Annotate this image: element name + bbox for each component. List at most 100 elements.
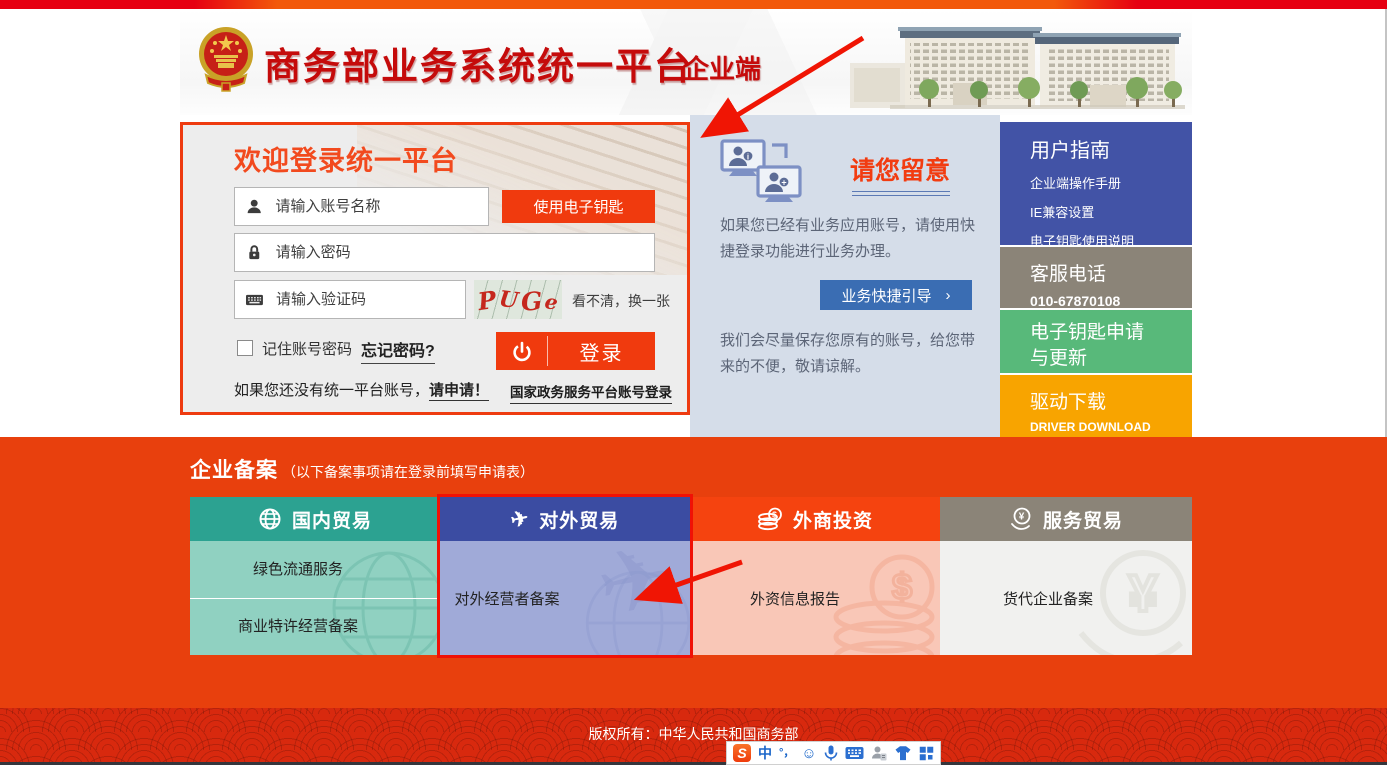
ime-keyboard-icon[interactable] [845,746,864,760]
captcha-letter: G [520,288,543,314]
notice-underline [852,191,950,196]
national-emblem-icon [198,23,254,93]
lock-icon [246,243,263,262]
card-domestic-trade-header: 国内贸易 [190,497,440,541]
card-foreign-trade-body: ✈ 对外经营者备案 [440,541,690,655]
ime-microphone-icon[interactable] [824,745,838,761]
sidebar-ekey-apply[interactable]: 电子钥匙申请 与更新 [1000,310,1192,373]
card-foreign-trade-header: ✈ 对外贸易 [440,497,690,541]
ime-language-toggle[interactable]: 中 [758,746,772,760]
filing-section: 企业备案 （以下备案事项请在登录前填写申请表） 国内贸易 [0,437,1387,708]
item-freight-forwarder-filing[interactable]: 货代企业备案 [940,541,1192,655]
svg-text:¥: ¥ [1019,511,1026,522]
captcha-letter: e [544,291,560,313]
item-foreign-trade-operator-filing[interactable]: 对外经营者备案 [440,541,690,655]
building-photo [850,13,1192,115]
ime-emoji-icon[interactable]: ☺ [801,746,816,761]
hotline-title: 客服电话 [1030,259,1192,286]
footer: 版权所有：中华人民共和国商务部 [0,708,1387,762]
sidebar-user-guide: 用户指南 企业端操作手册 IE兼容设置 电子钥匙使用说明 [1000,122,1192,245]
remember-checkbox[interactable] [237,340,253,356]
svg-text:$: $ [772,510,778,520]
site-subtitle: 企业端 [683,49,761,86]
airplane-icon: ✈ [509,507,532,531]
card-foreign-investment: $ 外商投资 $ 外资信息报告 [690,497,940,655]
sidebar-hotline: 客服电话 010-67870108 [1000,247,1192,308]
card-service-trade-header: ¥ 服务贸易 [940,497,1192,541]
top-decor-bar [0,0,1387,9]
filing-title: 企业备案 [190,454,278,484]
remember-label: 记住账号密码 [262,338,352,359]
card-service-trade-body: ¥ 货代企业备案 [940,541,1192,655]
copyright-text: 版权所有：中华人民共和国商务部 [0,724,1387,744]
item-foreign-investment-report[interactable]: 外资信息报告 [690,541,940,655]
hand-yuan-icon: ¥ [1009,507,1033,532]
apply-link[interactable]: 请申请！ [429,382,489,401]
site-title: 商务部业务系统统一平台 [264,36,693,90]
card-foreign-trade-label: 对外贸易 [539,506,619,533]
sidebar-driver-download[interactable]: 驱动下载 DRIVER DOWNLOAD [1000,375,1192,437]
ime-menu-grid-icon[interactable] [919,746,934,761]
ime-user-dict-icon[interactable] [871,745,887,761]
notice-panel: i + 请您留意 如果您已经有业务应用账号，请使用快捷登录功能进行业务办理。 业… [690,115,1000,437]
ekey-apply-line2: 与更新 [1030,346,1192,372]
no-account-text: 如果您还没有统一平台账号，请申请！ [234,379,489,400]
account-field-wrap [234,187,489,226]
ime-toolbar: S 中 °， ☺ [726,741,941,765]
gov-platform-login-link[interactable]: 国家政务服务平台账号登录 [510,381,672,404]
item-franchise-filing[interactable]: 商业特许经营备案 [190,598,440,655]
chevron-right-icon: › [946,287,951,304]
account-transfer-icon: i + [720,139,806,209]
account-input[interactable] [273,197,477,216]
page: 商务部业务系统统一平台 企业端 [0,0,1387,765]
quick-guide-button[interactable]: 业务快捷引导 › [820,280,972,310]
login-button[interactable]: 登录 [496,332,655,370]
globe-icon [258,507,282,531]
forgot-password-link[interactable]: 忘记密码? [361,337,435,364]
card-service-trade: ¥ 服务贸易 ¥ 货代企业备案 [940,497,1192,655]
no-account-label: 如果您还没有统一平台账号， [234,382,429,399]
ekey-apply-line1: 电子钥匙申请 [1030,320,1192,346]
password-field-wrap [234,233,655,272]
filing-note: （以下备案事项请在登录前填写申请表） [282,462,534,482]
login-title: 欢迎登录统一平台 [234,139,458,178]
card-foreign-investment-header: $ 外商投资 [690,497,940,541]
login-panel: 欢迎登录统一平台 使用电子钥匙 [180,122,690,415]
card-service-trade-label: 服务贸易 [1043,506,1123,533]
card-domestic-trade-label: 国内贸易 [292,506,372,533]
captcha-refresh-link[interactable]: 看不清，换一张 [572,291,670,311]
card-domestic-trade-body: 绿色流通服务 商业特许经营备案 [190,541,440,655]
card-domestic-trade: 国内贸易 绿色流通服务 商业特许经营备案 [190,497,440,655]
password-input[interactable] [274,243,643,262]
card-foreign-trade: ✈ 对外贸易 ✈ 对外经营者备案 [440,497,690,655]
notice-title: 请您留意 [850,151,950,187]
sidebar-link-ie[interactable]: IE兼容设置 [1030,202,1192,221]
card-foreign-investment-label: 外商投资 [793,506,873,533]
ime-skin-shirt-icon[interactable] [894,745,912,761]
user-icon [246,197,262,216]
sidebar-link-manual[interactable]: 企业端操作手册 [1030,173,1192,192]
captcha-letter: P [476,288,497,314]
user-guide-title: 用户指南 [1030,134,1192,163]
filing-cards: 国内贸易 绿色流通服务 商业特许经营备案 [190,497,1192,655]
ime-punctuation-toggle[interactable]: °， [779,748,794,759]
ekey-button[interactable]: 使用电子钥匙 [502,190,655,223]
driver-title: 驱动下载 [1030,387,1192,414]
svg-text:i: i [747,153,749,162]
login-button-label: 登录 [548,332,655,370]
notice-paragraph-2: 我们会尽量保存您原有的账号，给您带来的不便，敬请谅解。 [720,328,978,381]
captcha-input[interactable] [274,290,454,309]
item-green-circulation[interactable]: 绿色流通服务 [190,541,440,598]
quick-guide-label: 业务快捷引导 [841,285,931,306]
captcha-image[interactable]: P U G e [474,280,562,319]
sogou-logo-icon[interactable]: S [733,744,751,762]
captcha-letter: U [498,288,520,312]
captcha-field-wrap [234,280,466,319]
power-icon [496,332,547,370]
filing-header: 企业备案 （以下备案事项请在登录前填写申请表） [190,454,534,484]
notice-paragraph-1: 如果您已经有业务应用账号，请使用快捷登录功能进行业务办理。 [720,213,978,266]
header-banner: 商务部业务系统统一平台 企业端 [180,9,1192,115]
coins-icon: $ [757,507,783,531]
svg-text:+: + [781,178,786,188]
driver-subtitle: DRIVER DOWNLOAD [1030,420,1192,434]
